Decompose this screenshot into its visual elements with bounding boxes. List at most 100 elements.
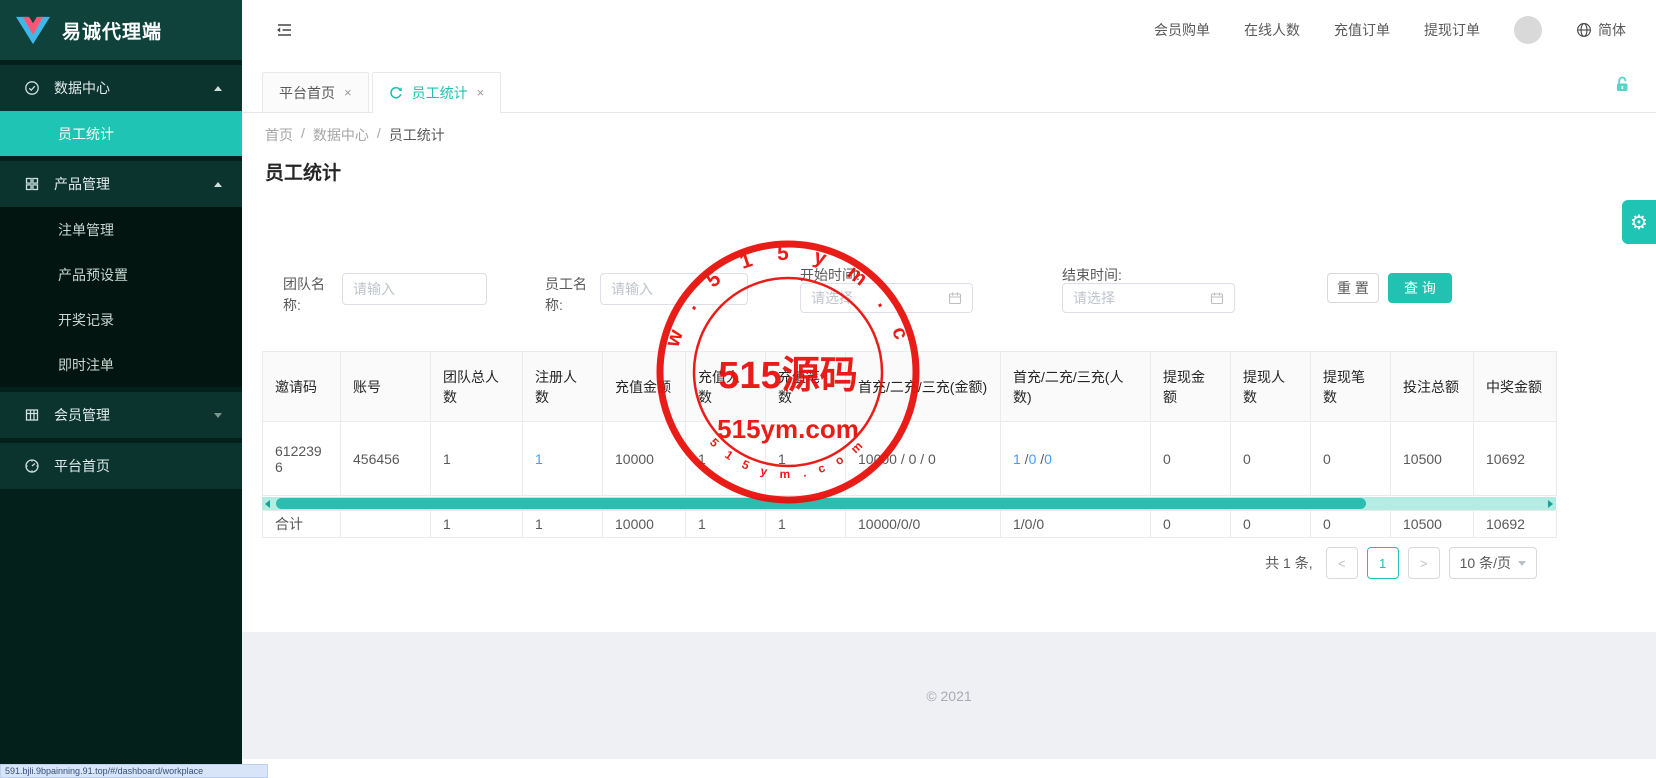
stats-table: 邀请码账号团队总人数注册人数充值金额充值人数充值笔数首充/二充/三充(金额)首充… bbox=[262, 351, 1557, 496]
next-page-button[interactable] bbox=[1408, 547, 1440, 579]
end-time-picker[interactable]: 请选择 bbox=[1062, 283, 1235, 313]
query-button[interactable]: 查 询 bbox=[1388, 273, 1452, 303]
table-icon bbox=[24, 407, 40, 423]
settings-fab[interactable] bbox=[1622, 200, 1656, 244]
language-label: 简体 bbox=[1598, 20, 1626, 40]
globe-icon bbox=[1576, 22, 1592, 38]
close-icon[interactable] bbox=[477, 86, 485, 99]
submenu-product: 注单管理 产品预设置 开奖记录 即时注单 bbox=[0, 207, 242, 387]
calendar-icon bbox=[1210, 291, 1224, 305]
logo: 易诚代理端 bbox=[0, 0, 242, 60]
language-switcher[interactable]: 简体 bbox=[1576, 20, 1626, 40]
column-header: 充值金额 bbox=[603, 352, 686, 422]
chevron-up-icon bbox=[214, 86, 222, 91]
topbar-item-recharge-orders[interactable]: 充值订单 bbox=[1334, 20, 1390, 40]
sidebar-group-label: 会员管理 bbox=[54, 405, 110, 425]
sidebar-item-label: 产品预设置 bbox=[58, 265, 128, 285]
breadcrumb-separator: / bbox=[377, 125, 381, 145]
menu-fold-icon[interactable] bbox=[274, 20, 294, 40]
sidebar-group-data-center[interactable]: 数据中心 bbox=[0, 65, 242, 111]
chevron-down-icon bbox=[214, 413, 222, 418]
sidebar-item-bet-orders[interactable]: 注单管理 bbox=[0, 207, 242, 252]
table-cell: 1 /0 /0 bbox=[1001, 422, 1151, 496]
page-title: 员工统计 bbox=[265, 158, 341, 185]
prev-page-button[interactable] bbox=[1326, 547, 1358, 579]
grid-icon bbox=[24, 176, 40, 192]
column-header: 投注总额 bbox=[1391, 352, 1474, 422]
scroll-right-icon[interactable] bbox=[1548, 500, 1553, 508]
avatar[interactable] bbox=[1514, 16, 1542, 44]
chevron-up-icon bbox=[214, 182, 222, 187]
scrollbar-thumb[interactable] bbox=[276, 498, 1366, 509]
table-cell: 10000 / 0 / 0 bbox=[846, 422, 1001, 496]
refresh-icon[interactable] bbox=[389, 86, 403, 100]
main-area: 会员购单 在线人数 充值订单 提现订单 简体 平台首页 bbox=[242, 0, 1656, 778]
chevron-down-icon bbox=[1518, 561, 1526, 566]
copyright: © 2021 bbox=[926, 688, 971, 704]
horizontal-scrollbar[interactable] bbox=[262, 497, 1556, 510]
page-number-button[interactable]: 1 bbox=[1367, 547, 1399, 579]
sidebar-group-product[interactable]: 产品管理 bbox=[0, 161, 242, 207]
table-cell: 0 bbox=[1151, 422, 1231, 496]
reset-button[interactable]: 重 置 bbox=[1327, 273, 1379, 303]
table-cell: 0 bbox=[1311, 422, 1391, 496]
sidebar-item-lottery-records[interactable]: 开奖记录 bbox=[0, 297, 242, 342]
column-header: 提现笔数 bbox=[1311, 352, 1391, 422]
sidebar-item-staff-stats[interactable]: 员工统计 bbox=[0, 111, 242, 156]
circle-check-icon bbox=[24, 80, 40, 96]
content-panel: 首页 / 数据中心 / 员工统计 员工统计 团队名称: 员工名称: 开始时间: … bbox=[242, 114, 1656, 632]
cell-text: / bbox=[1021, 451, 1029, 467]
table-cell: 1 bbox=[523, 422, 603, 496]
total-label: 合计 bbox=[263, 511, 341, 538]
pagination: 共 1 条, 1 10 条/页 bbox=[262, 547, 1556, 579]
table-cell: 10692 bbox=[1474, 422, 1557, 496]
scroll-left-icon[interactable] bbox=[265, 500, 270, 508]
unlock-icon[interactable] bbox=[1613, 75, 1632, 99]
sidebar-group-label: 平台首页 bbox=[54, 456, 110, 476]
topbar-item-withdraw-orders[interactable]: 提现订单 bbox=[1424, 20, 1480, 40]
table-cell: 0 bbox=[1231, 422, 1311, 496]
staff-name-label: 员工名称: bbox=[545, 274, 601, 316]
status-link-text: 591.bjli.9bpainning.91.top/#/dashboard/w… bbox=[5, 766, 203, 776]
sidebar-group-members[interactable]: 会员管理 bbox=[0, 392, 242, 438]
count-link[interactable]: 1 bbox=[535, 451, 543, 467]
summary-cell: 0 bbox=[1311, 511, 1391, 538]
team-name-input[interactable] bbox=[342, 273, 487, 305]
dashboard-icon bbox=[24, 458, 40, 474]
status-bar: 591.bjli.9bpainning.91.top/#/dashboard/w… bbox=[0, 764, 268, 778]
summary-cell: 10000 bbox=[603, 511, 686, 538]
topbar-item-online-count[interactable]: 在线人数 bbox=[1244, 20, 1300, 40]
table-cell: 1 bbox=[686, 422, 766, 496]
summary-cell: 1 bbox=[766, 511, 846, 538]
count-link[interactable]: 1 bbox=[1013, 451, 1021, 467]
summary-cell: 1/0/0 bbox=[1001, 511, 1151, 538]
staff-name-input[interactable] bbox=[600, 273, 748, 305]
breadcrumb-data-center[interactable]: 数据中心 bbox=[313, 125, 369, 145]
table-cell: 10500 bbox=[1391, 422, 1474, 496]
topbar-right: 会员购单 在线人数 充值订单 提现订单 简体 bbox=[1154, 16, 1626, 44]
start-time-label: 开始时间: bbox=[800, 265, 860, 285]
column-header: 团队总人数 bbox=[431, 352, 523, 422]
date-placeholder: 请选择 bbox=[1073, 288, 1115, 308]
column-header: 首充/二充/三充(金额) bbox=[846, 352, 1001, 422]
table-wrap: 邀请码账号团队总人数注册人数充值金额充值人数充值笔数首充/二充/三充(金额)首充… bbox=[262, 351, 1556, 538]
start-time-picker[interactable]: 请选择 bbox=[800, 283, 973, 313]
topbar-item-member-orders[interactable]: 会员购单 bbox=[1154, 20, 1210, 40]
page-size-select[interactable]: 10 条/页 bbox=[1449, 547, 1537, 579]
page-size-value: 10 条/页 bbox=[1460, 553, 1511, 573]
table-row: 612239645645611100001110000 / 0 / 01 /0 … bbox=[263, 422, 1557, 496]
sidebar-item-product-preset[interactable]: 产品预设置 bbox=[0, 252, 242, 297]
team-name-label: 团队名称: bbox=[283, 274, 339, 316]
breadcrumb-home[interactable]: 首页 bbox=[265, 125, 293, 145]
breadcrumb-separator: / bbox=[301, 125, 305, 145]
column-header: 邀请码 bbox=[263, 352, 341, 422]
close-icon[interactable] bbox=[344, 86, 352, 99]
sidebar-group-platform-home[interactable]: 平台首页 bbox=[0, 443, 242, 489]
count-link[interactable]: 0 bbox=[1044, 451, 1052, 467]
sidebar-item-label: 开奖记录 bbox=[58, 310, 114, 330]
tab-platform-home[interactable]: 平台首页 bbox=[262, 72, 369, 112]
sidebar-item-live-bets[interactable]: 即时注单 bbox=[0, 342, 242, 387]
summary-row: 合计11100001110000/0/01/0/00001050010692 bbox=[263, 511, 1557, 538]
cell-text: / bbox=[1036, 451, 1044, 467]
tab-staff-stats[interactable]: 员工统计 bbox=[372, 72, 502, 112]
